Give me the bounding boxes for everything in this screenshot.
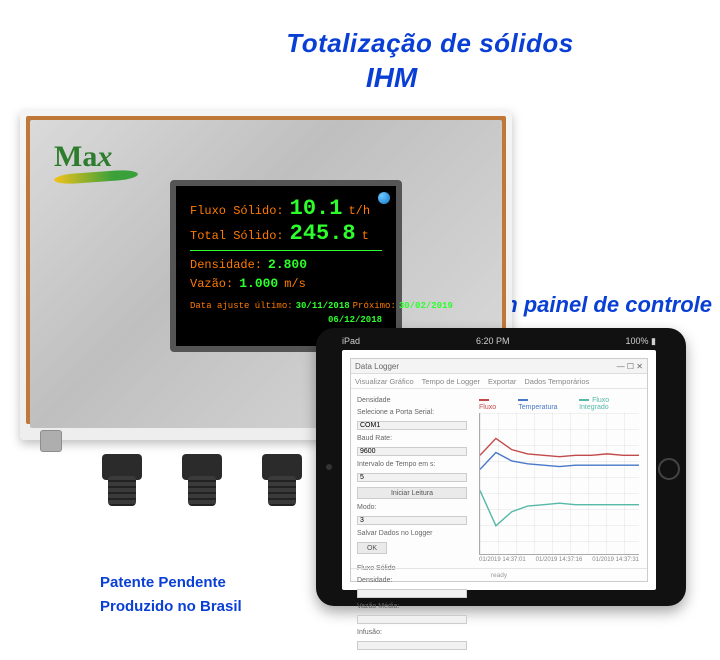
xaxis-tick: 01/2019 14:37:16 (536, 557, 583, 563)
chart-series-line (480, 491, 639, 526)
densidade-label: Densidade: (190, 258, 262, 272)
control-panel-tablet: iPad 6:20 PM 100% ▮ Data Logger — ☐ ✕ Vi… (316, 328, 686, 606)
lcd-row-adjust: Data ajuste último: 30/11/2018 Próximo: … (190, 301, 382, 311)
brand-prefix: Ma (54, 140, 97, 173)
lcd-row-vazao: Vazão: 1.000 m/s (190, 276, 382, 291)
ihm-brand-logo: Max (54, 140, 112, 174)
vazao-label: Vazão: (190, 277, 233, 291)
serial-port-input[interactable] (357, 421, 467, 430)
tab-exportar[interactable]: Exportar (488, 377, 516, 386)
chart-panel: Fluxo Temperatura Fluxo Integrado 01/201… (473, 389, 647, 567)
lcd-row-fluxo: Fluxo Sólido: 10.1 t/h (190, 196, 382, 221)
cable-gland-icon (100, 454, 144, 506)
window-max-button[interactable]: ☐ (627, 362, 634, 371)
out-inf-label: Infusão: (357, 629, 467, 636)
xaxis-tick: 01/2019 14:37:31 (592, 557, 639, 563)
vazao-unit: m/s (284, 277, 306, 291)
out-dens-field[interactable] (357, 589, 467, 598)
xaxis-tick: 01/2019 14:37:01 (479, 557, 526, 563)
chart-area[interactable] (479, 413, 639, 555)
next-value: 30/02/2019 (399, 301, 453, 311)
serial-port-label: Selecione a Porta Serial: (357, 409, 467, 416)
fluxo-label: Fluxo Sólido: (190, 204, 284, 218)
next-label: Próximo: (353, 301, 396, 311)
fluxo-unit: t/h (348, 204, 370, 218)
total-unit: t (362, 229, 369, 243)
save-logger-label: Salvar Dados no Logger (357, 530, 467, 537)
window-titlebar[interactable]: Data Logger — ☐ ✕ (351, 359, 647, 374)
cable-gland-icon (260, 454, 304, 506)
heading-main: Totalização de sólidos (0, 28, 720, 59)
chart-legend: Fluxo Temperatura Fluxo Integrado (473, 393, 639, 411)
app-statusbar: ready (351, 568, 647, 581)
chart-svg (480, 413, 639, 554)
out-vazao-label: Vazão Média: (357, 603, 467, 610)
cable-gland-icon (180, 454, 224, 506)
settings-form: Densidade Selecione a Porta Serial: Baud… (351, 389, 473, 567)
densidade-value: 2.800 (268, 257, 307, 272)
app-body: Densidade Selecione a Porta Serial: Baud… (351, 389, 647, 567)
window-controls: — ☐ ✕ (617, 362, 643, 371)
ihm-lcd-screen[interactable]: Fluxo Sólido: 10.1 t/h Total Sólido: 245… (170, 180, 402, 352)
lcd-row-total: Total Sólido: 245.8 t (190, 221, 382, 246)
baud-label: Baud Rate: (357, 435, 467, 442)
tablet-statusbar: iPad 6:20 PM 100% ▮ (342, 334, 656, 348)
total-value: 245.8 (290, 221, 356, 246)
activity-led-icon (378, 192, 390, 204)
legend-fluxo: Fluxo (479, 397, 508, 411)
footer-line-1: Patente Pendente (100, 574, 226, 591)
status-right: 100% ▮ (626, 336, 656, 347)
baud-input[interactable] (357, 447, 467, 456)
legend-fluxo-int: Fluxo Integrado (579, 397, 639, 411)
start-read-button[interactable]: Iniciar Leitura (357, 487, 467, 499)
interval-input[interactable] (357, 473, 467, 482)
tab-tempo[interactable]: Tempo de Logger (422, 377, 480, 386)
app-tabs: Visualizar Gráfico Tempo de Logger Expor… (351, 374, 647, 389)
datalogger-window: Data Logger — ☐ ✕ Visualizar Gráfico Tem… (350, 358, 648, 582)
tablet-screen[interactable]: Data Logger — ☐ ✕ Visualizar Gráfico Tem… (342, 350, 656, 590)
chart-x-axis: 01/2019 14:37:01 01/2019 14:37:16 01/201… (479, 557, 639, 563)
vazao-value: 1.000 (239, 276, 278, 291)
adjust-value: 30/11/2018 (296, 301, 350, 311)
interval-label: Intervalo de Tempo em s: (357, 461, 467, 468)
tablet-camera-icon (326, 464, 332, 470)
tab-visualizar[interactable]: Visualizar Gráfico (355, 377, 414, 386)
lcd-row-densidade: Densidade: 2.800 (190, 257, 382, 272)
out-inf-field[interactable] (357, 641, 467, 650)
fluxo-value: 10.1 (290, 196, 343, 221)
legend-temperatura: Temperatura (518, 397, 569, 411)
app-status-msg: ready (491, 572, 507, 579)
mount-screw-icon (40, 430, 62, 452)
mode-input[interactable] (357, 516, 467, 525)
adjust-label: Data ajuste último: (190, 301, 293, 311)
mode-label: Modo: (357, 504, 467, 511)
footer-line-2: Produzido no Brasil (100, 598, 242, 615)
lcd-divider (190, 250, 382, 251)
out-vazao-field[interactable] (357, 615, 467, 624)
window-min-button[interactable]: — (617, 362, 625, 371)
tablet-home-button[interactable] (658, 458, 680, 480)
window-close-button[interactable]: ✕ (636, 362, 643, 371)
tab-dados[interactable]: Dados Temporários (524, 377, 589, 386)
total-label: Total Sólido: (190, 229, 284, 243)
ok-button[interactable]: OK (357, 542, 387, 554)
brand-suffix: x (97, 140, 112, 173)
lcd-clock: 06/12/2018 (190, 315, 382, 325)
chart-series-line (480, 438, 639, 456)
section-densidade: Densidade (357, 397, 467, 404)
window-title: Data Logger (355, 362, 399, 371)
heading-sub: IHM (0, 62, 720, 94)
status-center: 6:20 PM (476, 336, 510, 346)
status-left: iPad (342, 336, 360, 346)
